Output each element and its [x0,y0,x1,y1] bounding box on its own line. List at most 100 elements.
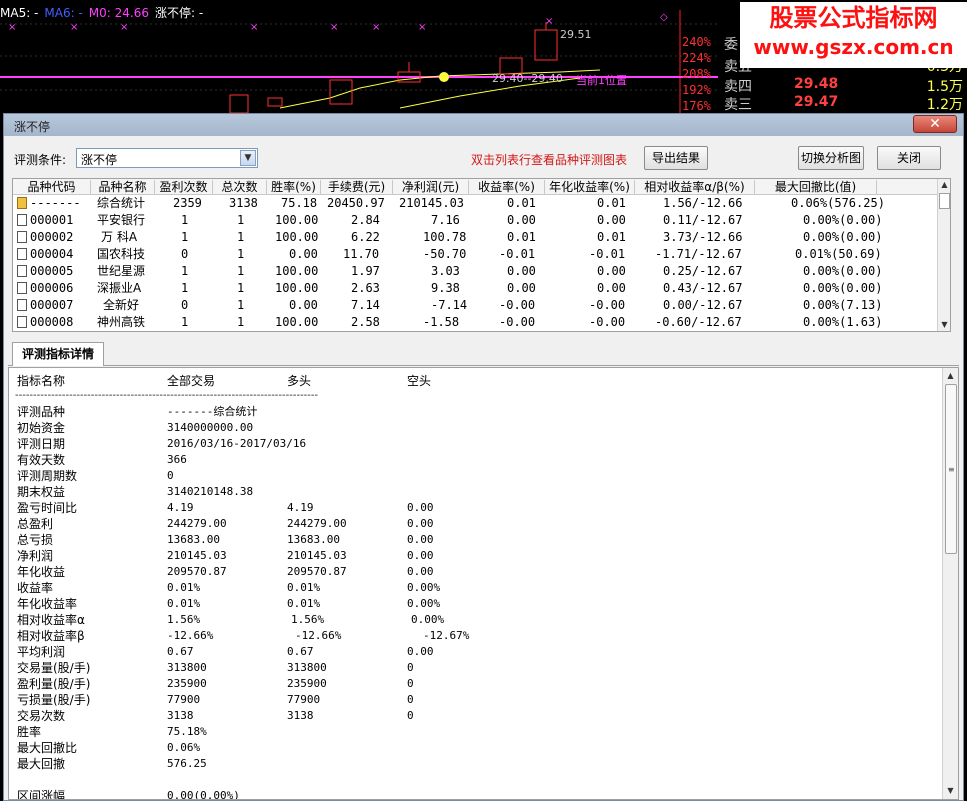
ma5-label: MA5: - [0,6,39,20]
all-trades-value: 366 [167,453,187,466]
long-value: 13683.00 [287,533,340,546]
order-label: 卖四 [724,79,752,95]
table-row[interactable]: 000007 全新好 0 1 0.00 7.14 -7.14 -0.00 -0.… [13,297,938,314]
metric-name: 胜率 [17,725,42,739]
metric-name: 收益率 [17,581,54,595]
relative-return-cell: 0.00/-12.67 [663,298,743,312]
code-cell: 000008 [17,314,73,331]
dialog-titlebar[interactable]: 涨不停 ✕ [4,114,963,136]
condition-label: 评测条件: [14,153,67,167]
long-value: 210145.03 [287,549,347,562]
return-cell: -0.00 [499,298,536,312]
table-row[interactable]: 000004 国农科技 0 1 0.00 11.70 -50.70 -0.01 … [13,246,938,263]
detail-row: 年化收益率 0.01% 0.01% 0.00% [9,596,939,612]
chevron-down-icon[interactable]: ▼ [240,150,256,166]
percent-tick: 208% [682,67,711,81]
column-header[interactable]: 手续费(元) [321,180,393,194]
all-trades-value: 3140210148.38 [167,485,254,498]
column-header[interactable]: 胜率(%) [267,180,321,194]
table-row[interactable]: 000006 深振业A 1 1 100.00 2.63 9.38 0.00 0.… [13,280,938,297]
switch-chart-button[interactable]: 切换分析图 [798,146,864,170]
metric-name: 相对收益率β [17,629,85,643]
detail-row: 总盈利 244279.00 244279.00 0.00 [9,516,939,532]
code-cell: 000007 [17,297,73,314]
export-results-button[interactable]: 导出结果 [644,146,708,170]
table-row[interactable]: 000005 世纪星源 1 1 100.00 1.97 3.03 0.00 0.… [13,263,938,280]
short-value: 0.00 [407,645,434,658]
order-price: 29.48 [794,76,839,92]
relative-return-cell: 0.43/-12.67 [663,281,743,295]
name-cell: 世纪星源 [97,264,146,278]
zbt-label: 涨不停: - [154,6,204,20]
site-watermark-logo: 股票公式指标网 www.gszx.com.cn [740,2,967,68]
detail-row: 期末权益 3140210148.38 [9,484,939,500]
short-value: -12.67% [423,629,470,642]
net-profit-cell: -1.58 [423,315,460,329]
win-rate-cell: 100.00 [275,230,319,244]
tab-metric-details[interactable]: 评测指标详情 [12,342,104,366]
total-count-cell: 1 [237,264,245,278]
column-header[interactable]: 净利润(元) [393,180,469,194]
scrollbar-thumb[interactable]: ≡ [945,384,957,554]
all-trades-value: 210145.03 [167,549,227,562]
annual-return-cell: 0.00 [597,213,626,227]
scrollbar-thumb[interactable] [939,193,950,209]
percent-tick: 176% [682,99,711,113]
short-value: 0.00 [407,517,434,530]
all-trades-value: 3138 [167,709,194,722]
table-row[interactable]: 000002 万 科A 1 1 100.00 6.22 100.78 0.01 … [13,229,938,246]
win-count-cell: 1 [181,213,189,227]
long-value: 244279.00 [287,517,347,530]
column-header[interactable]: 收益率(%) [469,180,545,194]
order-book-row: 卖四 29.48 1.5万 [724,76,967,95]
fee-cell: 11.70 [343,247,380,261]
code-cell: 000006 [17,280,73,297]
table-row[interactable]: 000001 平安银行 1 1 100.00 2.84 7.16 0.00 0.… [13,212,938,229]
column-header[interactable]: 总次数 [213,180,267,194]
column-header[interactable]: 盈利次数 [155,180,213,194]
window-close-button[interactable]: ✕ [913,115,957,133]
detail-header: 多头 [287,374,312,388]
fee-cell: 2.63 [351,281,380,295]
column-header[interactable]: 品种代码 [13,180,91,194]
max-drawdown-cell: 0.00%(0.00) [803,264,883,278]
column-header[interactable]: 品种名称 [91,180,155,194]
annual-return-cell: 0.01 [597,230,626,244]
win-rate-cell: 100.00 [275,264,319,278]
code-cell: ------- [17,195,81,212]
document-icon [17,282,27,294]
detail-row: 相对收益率α 1.56% 1.56% 0.00% [9,612,939,628]
scroll-down-icon[interactable]: ▼ [944,785,957,797]
all-trades-value: 4.19 [167,501,194,514]
all-trades-value: 2016/03/16-2017/03/16 [167,437,307,450]
detail-row: 盈亏时间比 4.19 4.19 0.00 [9,500,939,516]
total-count-cell: 1 [237,315,245,329]
short-value: 0.00 [407,501,434,514]
close-button[interactable]: 关闭 [877,146,941,170]
column-header[interactable]: 相对收益率α/β(%) [635,180,755,194]
column-header[interactable]: 最大回撤比(值) [755,180,877,194]
table-row[interactable]: 000008 神州高铁 1 1 100.00 2.58 -1.58 -0.00 … [13,314,938,331]
logo-url: www.gszx.com.cn [753,35,954,59]
metric-name: 年化收益率 [17,597,78,611]
svg-text:×: × [545,16,553,27]
long-value: 3138 [287,709,314,722]
column-header[interactable]: 年化收益率(%) [545,180,635,194]
table-row[interactable]: ------- 综合统计 2359 3138 75.18 20450.97 21… [13,195,938,212]
condition-select[interactable]: 涨不停 ▼ [76,148,258,168]
win-count-cell: 1 [181,264,189,278]
results-table-scrollbar[interactable]: ▲ ▼ [937,179,950,331]
name-cell: 万 科A [101,230,138,244]
win-rate-cell: 100.00 [275,281,319,295]
win-count-cell: 1 [181,281,189,295]
win-count-cell: 0 [181,298,189,312]
all-trades-value: 0.01% [167,597,201,610]
detail-row: 有效天数 366 [9,452,939,468]
detail-scrollbar[interactable]: ▲ ≡ ▼ [942,368,958,799]
scroll-up-icon[interactable]: ▲ [938,179,951,191]
detail-row: 区间涨幅 0.00(0.00%) [9,788,939,799]
detail-separator: ----------------------------------------… [15,390,319,401]
scroll-up-icon[interactable]: ▲ [944,370,957,382]
scroll-down-icon[interactable]: ▼ [938,319,951,331]
metric-name: 交易次数 [17,709,66,723]
